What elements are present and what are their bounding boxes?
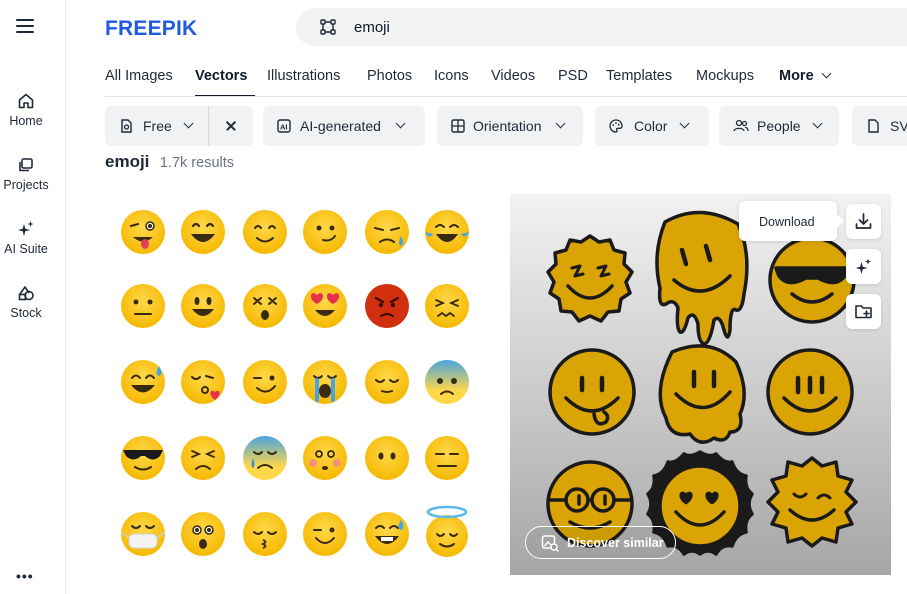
results-count: 1.7k results bbox=[159, 155, 235, 171]
license-icon bbox=[121, 119, 132, 133]
filter-orientation-label: Orientation bbox=[473, 118, 542, 134]
left-rail: Home Projects AI Suite Stock ••• bbox=[0, 0, 66, 594]
tab-photos[interactable]: Photos bbox=[367, 68, 412, 84]
rail-item-ai-suite[interactable]: AI Suite bbox=[0, 220, 52, 256]
rail-label-projects: Projects bbox=[3, 178, 49, 192]
tab-videos[interactable]: Videos bbox=[491, 68, 535, 84]
filter-people-label: People bbox=[757, 118, 801, 134]
rail-item-home[interactable]: Home bbox=[0, 92, 52, 128]
rail-item-stock[interactable]: Stock bbox=[0, 284, 52, 320]
groovy-smiley-image-card[interactable] bbox=[510, 194, 891, 575]
emoji-set-image-card[interactable] bbox=[105, 194, 495, 574]
discover-similar-button[interactable]: Discover similar bbox=[525, 526, 676, 559]
rail-label-stock: Stock bbox=[10, 306, 42, 320]
tab-all-images[interactable]: All Images bbox=[105, 68, 173, 84]
clear-free-filter-button[interactable] bbox=[209, 106, 253, 146]
rail-more-icon[interactable]: ••• bbox=[16, 568, 34, 584]
download-tooltip: Download bbox=[739, 201, 837, 241]
tab-templates[interactable]: Templates bbox=[606, 68, 672, 84]
tab-psd[interactable]: PSD bbox=[558, 68, 588, 84]
tabs-divider bbox=[105, 96, 907, 97]
filter-free-label: Free bbox=[143, 118, 172, 134]
home-icon bbox=[18, 93, 34, 109]
tab-icons[interactable]: Icons bbox=[434, 68, 469, 84]
folder-add-icon bbox=[855, 305, 872, 319]
chevron-down-icon bbox=[679, 118, 690, 129]
filter-color[interactable]: Color bbox=[595, 106, 709, 146]
svg-text:AI: AI bbox=[280, 123, 288, 132]
filter-svg-label: SVG bbox=[890, 118, 907, 134]
chevron-down-icon bbox=[812, 118, 823, 129]
download-tooltip-text: Download bbox=[759, 215, 815, 229]
filter-ai-generated-label: AI-generated bbox=[300, 118, 381, 134]
stock-icon bbox=[18, 286, 34, 301]
freepik-logo[interactable]: FREEPIK bbox=[105, 15, 215, 39]
chevron-down-icon bbox=[183, 118, 194, 129]
rail-item-projects[interactable]: Projects bbox=[0, 156, 52, 192]
tab-more[interactable]: More bbox=[779, 68, 832, 84]
rail-label-home: Home bbox=[9, 114, 43, 128]
sparkle-icon bbox=[855, 258, 871, 274]
download-button[interactable] bbox=[846, 204, 881, 239]
search-bar[interactable]: emoji bbox=[296, 8, 907, 46]
filter-people[interactable]: People bbox=[719, 106, 839, 146]
tab-mockups[interactable]: Mockups bbox=[696, 68, 754, 84]
tab-illustrations[interactable]: Illustrations bbox=[267, 68, 340, 84]
emoji-set-illustration bbox=[120, 210, 469, 557]
chevron-down-icon bbox=[555, 118, 566, 129]
filter-color-label: Color bbox=[634, 118, 668, 134]
ai-edit-button[interactable] bbox=[846, 249, 881, 284]
rail-label-ai-suite: AI Suite bbox=[4, 242, 48, 256]
menu-icon[interactable] bbox=[14, 16, 36, 36]
projects-icon bbox=[19, 158, 33, 172]
chevron-down-icon bbox=[821, 68, 832, 79]
filter-free[interactable]: Free bbox=[105, 106, 209, 146]
results-query: emoji bbox=[105, 152, 150, 171]
palette-icon bbox=[609, 119, 623, 133]
freepik-logo-text: FREEPIK bbox=[105, 17, 197, 39]
filter-orientation[interactable]: Orientation bbox=[437, 106, 583, 146]
groovy-smiley-illustration bbox=[546, 210, 858, 556]
save-to-collection-button[interactable] bbox=[846, 294, 881, 329]
image-search-icon bbox=[541, 535, 559, 552]
results-heading: emoji 1.7k results bbox=[105, 152, 234, 172]
discover-similar-label: Discover similar bbox=[567, 536, 664, 550]
orientation-icon bbox=[451, 119, 465, 133]
download-icon bbox=[855, 213, 872, 229]
sparkle-icon bbox=[18, 221, 34, 236]
chevron-down-icon bbox=[395, 118, 406, 129]
filter-svg[interactable]: SVG bbox=[852, 106, 907, 146]
filter-ai-generated[interactable]: AI AI-generated bbox=[263, 106, 425, 146]
file-icon bbox=[868, 119, 879, 133]
ai-icon: AI bbox=[277, 119, 291, 133]
tab-vectors[interactable]: Vectors bbox=[195, 68, 247, 84]
search-input[interactable]: emoji bbox=[354, 19, 390, 36]
tab-more-label: More bbox=[779, 68, 814, 84]
ai-search-icon[interactable] bbox=[320, 19, 336, 35]
people-icon bbox=[733, 119, 749, 132]
